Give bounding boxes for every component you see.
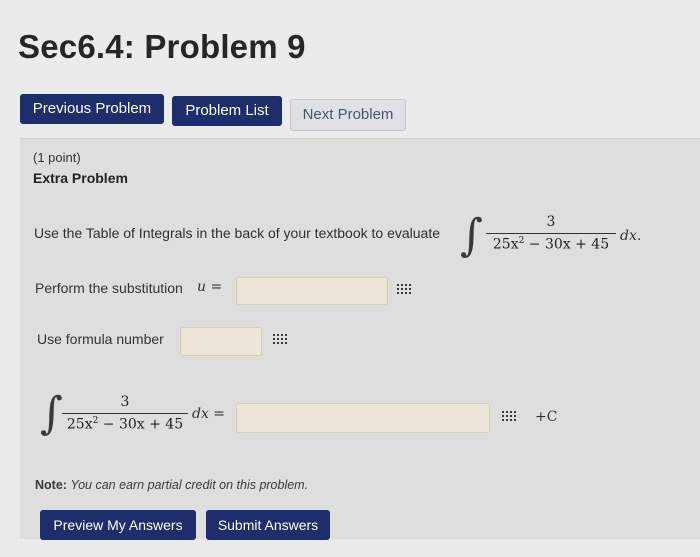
grid-keypad-icon[interactable] (397, 284, 413, 298)
problem-points: (1 point) (33, 150, 81, 165)
substitution-variable: u = (197, 279, 223, 295)
problem-instruction: Use the Table of Integrals in the back o… (34, 225, 440, 241)
integral-sign: ∫ (40, 388, 63, 439)
integrand-fraction: 3 25x2 − 30x + 45 (486, 214, 616, 253)
integral-sign: ∫ (460, 210, 483, 261)
constant-of-integration: +C (535, 409, 558, 425)
antiderivative-input[interactable] (236, 403, 490, 433)
problem-heading: Extra Problem (33, 170, 128, 186)
answer-differential: dx = (192, 406, 226, 422)
grid-keypad-icon[interactable] (273, 334, 289, 348)
answer-numerator: 3 (120, 394, 130, 410)
formula-number-label: Use formula number (37, 331, 164, 347)
page-title: Sec6.4: Problem 9 (18, 28, 306, 65)
problem-list-button[interactable]: Problem List (172, 96, 282, 126)
integrand-denominator: 25x2 − 30x + 45 (492, 236, 610, 253)
previous-problem-button[interactable]: Previous Problem (20, 94, 164, 124)
submit-answers-button[interactable]: Submit Answers (206, 510, 330, 540)
substitution-input[interactable] (236, 277, 388, 305)
grid-keypad-icon[interactable] (502, 411, 518, 425)
integrand-differential: dx. (620, 228, 642, 244)
answer-denominator: 25x2 − 30x + 45 (66, 416, 184, 433)
formula-number-input[interactable] (180, 327, 262, 356)
substitution-label: Perform the substitution (35, 280, 183, 296)
answer-integrand-fraction: 3 25x2 − 30x + 45 (62, 394, 188, 433)
note-label: Note: (35, 478, 67, 492)
integrand-numerator: 3 (546, 214, 556, 230)
partial-credit-note: Note: You can earn partial credit on thi… (35, 478, 308, 492)
next-problem-button[interactable]: Next Problem (290, 99, 406, 131)
note-text: You can earn partial credit on this prob… (70, 478, 309, 492)
preview-answers-button[interactable]: Preview My Answers (40, 510, 196, 540)
